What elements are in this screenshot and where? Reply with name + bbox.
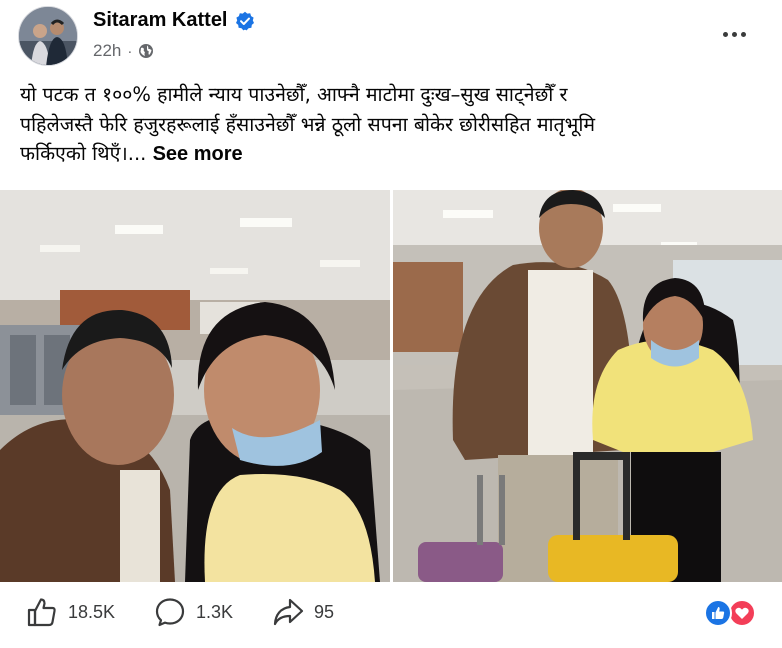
meta-separator: · [127, 42, 133, 60]
globe-icon[interactable] [138, 43, 154, 59]
see-more-link[interactable]: See more [153, 143, 243, 165]
facebook-post: Sitaram Kattel 22h · यो पटक त १००% हामील… [0, 0, 782, 648]
post-timestamp[interactable]: 22h [93, 41, 121, 61]
post-footer: 18.5K 1.3K 95 [0, 582, 782, 648]
caption-line-3: फर्किएको थिएँ।... See more [20, 139, 768, 170]
caption-line-3-text: फर्किएको थिएँ।... [20, 142, 147, 165]
caption-line-2: पहिलेजस्तै फेरि हजुरहरूलाई हँसाउनेछौँ भन… [20, 112, 596, 136]
author-name-row: Sitaram Kattel [93, 9, 255, 32]
share-arrow-icon [273, 598, 304, 626]
share-count: 95 [314, 601, 335, 622]
like-button[interactable]: 18.5K [26, 596, 115, 628]
verified-badge-icon [235, 11, 254, 30]
photo-grid [0, 190, 782, 582]
share-button[interactable]: 95 [272, 596, 334, 628]
thumbs-up-icon [27, 598, 56, 627]
dot [740, 31, 746, 37]
dot [731, 31, 737, 37]
comment-count: 1.3K [196, 601, 234, 622]
post-meta: 22h · [93, 41, 154, 61]
more-options-icon[interactable] [714, 20, 754, 48]
dot [722, 31, 728, 37]
author-name[interactable]: Sitaram Kattel [93, 9, 228, 32]
love-reaction-icon [728, 599, 756, 627]
comment-button[interactable]: 1.3K [154, 596, 233, 628]
post-header: Sitaram Kattel 22h · [0, 0, 782, 72]
post-caption: यो पटक त १००% हामीले न्याय पाउनेछौँ, आफ्… [20, 80, 768, 170]
photo-standing-luggage[interactable] [393, 190, 782, 582]
caption-line-1: यो पटक त १००% हामीले न्याय पाउनेछौँ, आफ्… [20, 83, 568, 106]
like-reaction-icon [704, 599, 732, 627]
author-avatar[interactable] [18, 6, 78, 66]
reaction-summary[interactable] [704, 599, 760, 629]
like-count: 18.5K [68, 601, 116, 622]
photo-selfie-airport[interactable] [0, 190, 390, 582]
comment-bubble-icon [155, 598, 185, 627]
